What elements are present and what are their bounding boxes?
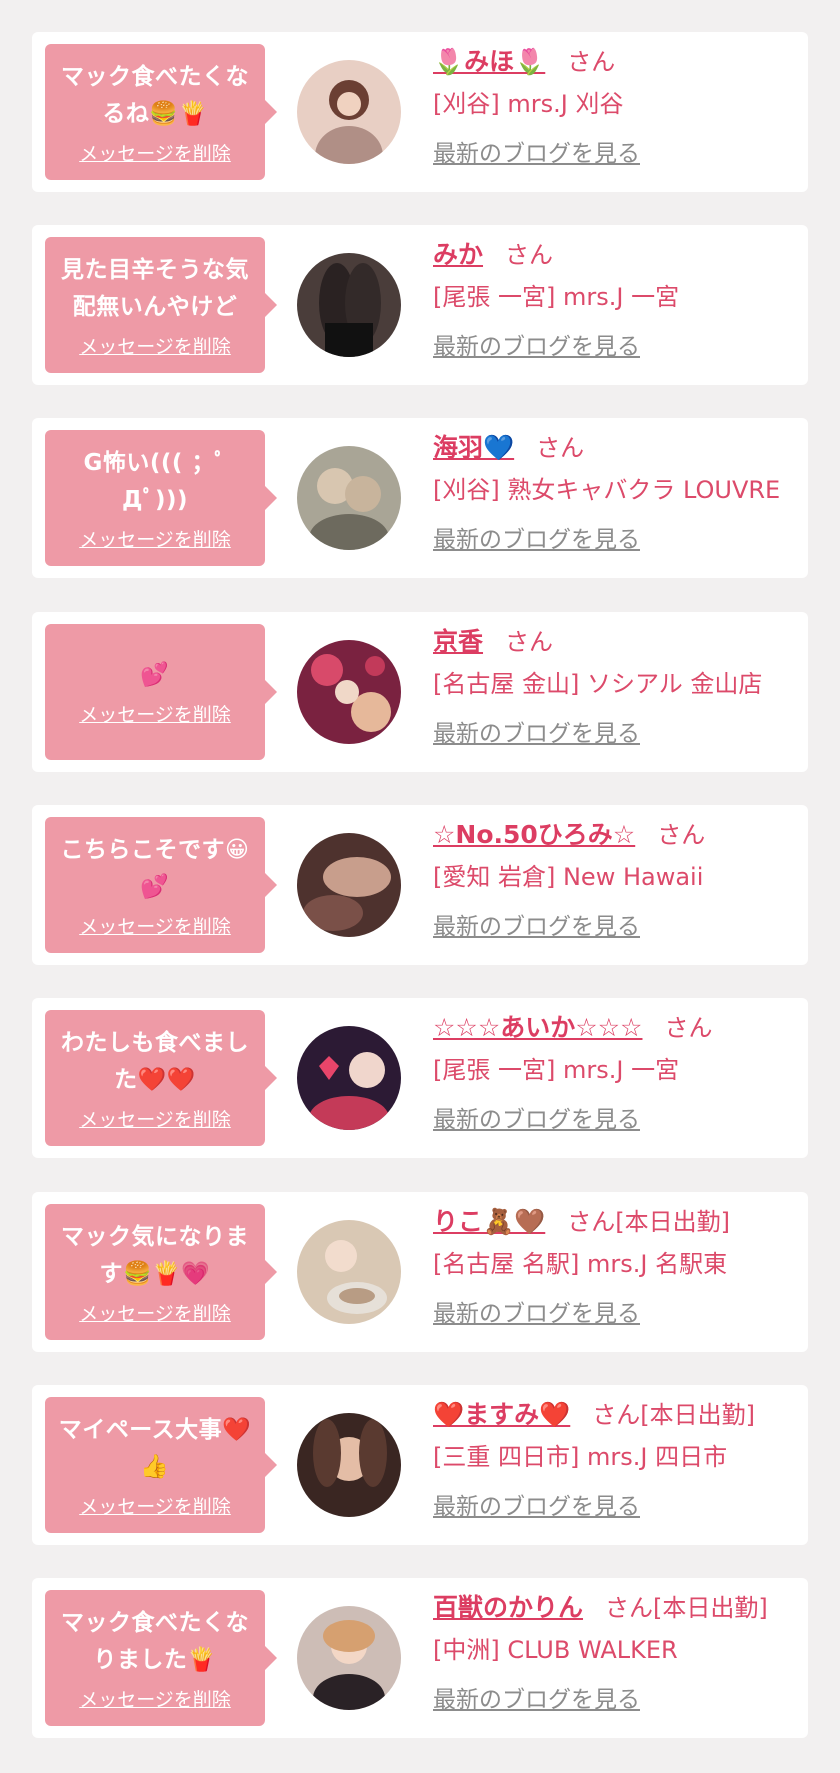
honorific: さん — [664, 1014, 713, 1042]
sender-info: みか さん [尾張 一宮] mrs.J 一宮 最新のブログを見る — [433, 235, 800, 361]
message-card: 💕 メッセージを削除 京香 さん [名古屋 金山] ソシアル 金山店 最新のブログ… — [32, 612, 808, 772]
honorific: さん — [567, 48, 616, 76]
avatar[interactable] — [297, 1220, 401, 1324]
avatar[interactable] — [297, 833, 401, 937]
sender-name-link[interactable]: ☆No.50ひろみ☆ — [433, 820, 635, 849]
delete-message-link[interactable]: メッセージを削除 — [79, 139, 231, 166]
shop-name: [刈谷] mrs.J 刈谷 — [433, 90, 624, 118]
delete-message-link[interactable]: メッセージを削除 — [79, 1685, 231, 1712]
honorific: さん — [536, 434, 585, 462]
avatar[interactable] — [297, 640, 401, 744]
message-text: わたしも食べました❤️❤️ — [61, 1029, 249, 1093]
avatar[interactable] — [297, 253, 401, 357]
delete-message-link[interactable]: メッセージを削除 — [79, 332, 231, 359]
message-text: マック食べたくなるね🍔🍟 — [61, 63, 249, 127]
sender-name-link[interactable]: 京香 — [433, 627, 483, 656]
shop-name: [名古屋 金山] ソシアル 金山店 — [433, 670, 763, 698]
message-list: マック食べたくなるね🍔🍟 メッセージを削除 🌷みほ🌷 さん [刈谷] mrs.J … — [0, 0, 840, 1773]
avatar[interactable] — [297, 60, 401, 164]
delete-message-link[interactable]: メッセージを削除 — [79, 525, 231, 552]
message-card: 見た目辛そうな気配無いんやけど メッセージを削除 みか さん [尾張 一宮] mr… — [32, 225, 808, 385]
shop-name: [名古屋 名駅] mrs.J 名駅東 — [433, 1250, 728, 1278]
message-card: マック食べたくなるね🍔🍟 メッセージを削除 🌷みほ🌷 さん [刈谷] mrs.J … — [32, 32, 808, 192]
sender-info: りこ🧸🤎 さん[本日出勤] [名古屋 名駅] mrs.J 名駅東 最新のブログを見… — [433, 1202, 800, 1328]
blog-link[interactable]: 最新のブログを見る — [433, 520, 640, 554]
delete-message-link[interactable]: メッセージを削除 — [79, 912, 231, 939]
sender-name-link[interactable]: 海羽💙 — [433, 433, 514, 462]
blog-link[interactable]: 最新のブログを見る — [433, 1294, 640, 1328]
avatar[interactable] — [297, 1026, 401, 1130]
message-bubble: マイペース大事❤️👍 メッセージを削除 — [45, 1397, 277, 1533]
sender-name-link[interactable]: みか — [433, 240, 483, 269]
sender-info: 🌷みほ🌷 さん [刈谷] mrs.J 刈谷 最新のブログを見る — [433, 42, 800, 168]
message-bubble: マック気になります🍔🍟💗 メッセージを削除 — [45, 1204, 277, 1340]
message-bubble: こちらこそです😀💕 メッセージを削除 — [45, 817, 277, 953]
blog-link[interactable]: 最新のブログを見る — [433, 327, 640, 361]
honorific: さん — [505, 628, 554, 656]
message-card: マイペース大事❤️👍 メッセージを削除 ❤️ますみ❤️ さん[本日出勤] [三重 … — [32, 1385, 808, 1545]
honorific: さん — [505, 241, 554, 269]
message-card: わたしも食べました❤️❤️ メッセージを削除 ☆☆☆あいか☆☆☆ さん [尾張 一… — [32, 998, 808, 1158]
sender-info: 百獣のかりん さん[本日出勤] [中洲] CLUB WALKER 最新のブログを見… — [433, 1588, 800, 1714]
blog-link[interactable]: 最新のブログを見る — [433, 907, 640, 941]
sender-name-link[interactable]: 百獣のかりん — [433, 1593, 583, 1622]
shop-name: [刈谷] 熟女キャバクラ LOUVRE — [433, 476, 781, 504]
sender-info: ☆☆☆あいか☆☆☆ さん [尾張 一宮] mrs.J 一宮 最新のブログを見る — [433, 1008, 800, 1134]
delete-message-link[interactable]: メッセージを削除 — [79, 1299, 231, 1326]
sender-name-link[interactable]: ☆☆☆あいか☆☆☆ — [433, 1013, 642, 1042]
delete-message-link[interactable]: メッセージを削除 — [79, 700, 231, 727]
blog-link[interactable]: 最新のブログを見る — [433, 1100, 640, 1134]
message-bubble: 見た目辛そうな気配無いんやけど メッセージを削除 — [45, 237, 277, 373]
message-text: マック気になります🍔🍟💗 — [61, 1223, 249, 1287]
sender-info: ❤️ますみ❤️ さん[本日出勤] [三重 四日市] mrs.J 四日市 最新のブロ… — [433, 1395, 800, 1521]
message-card: G怖い((( ；ﾟДﾟ))) メッセージを削除 海羽💙 さん [刈谷] 熟女キャバ… — [32, 418, 808, 578]
honorific: さん[本日出勤] — [592, 1401, 755, 1429]
message-bubble: マック食べたくなりました🍟 メッセージを削除 — [45, 1590, 277, 1726]
blog-link[interactable]: 最新のブログを見る — [433, 1487, 640, 1521]
avatar[interactable] — [297, 1413, 401, 1517]
honorific: さん[本日出勤] — [605, 1594, 768, 1622]
message-text: 💕 — [140, 662, 170, 688]
message-bubble: 💕 メッセージを削除 — [45, 624, 277, 760]
message-text: マック食べたくなりました🍟 — [61, 1609, 249, 1673]
shop-name: [愛知 岩倉] New Hawaii — [433, 863, 704, 891]
sender-info: ☆No.50ひろみ☆ さん [愛知 岩倉] New Hawaii 最新のブログを見… — [433, 815, 800, 941]
message-card: こちらこそです😀💕 メッセージを削除 ☆No.50ひろみ☆ さん [愛知 岩倉] … — [32, 805, 808, 965]
message-bubble: G怖い((( ；ﾟДﾟ))) メッセージを削除 — [45, 430, 277, 566]
message-text: マイペース大事❤️👍 — [58, 1416, 252, 1480]
blog-link[interactable]: 最新のブログを見る — [433, 714, 640, 748]
delete-message-link[interactable]: メッセージを削除 — [79, 1492, 231, 1519]
message-text: G怖い((( ；ﾟДﾟ))) — [83, 449, 227, 513]
message-text: 見た目辛そうな気配無いんやけど — [61, 256, 249, 320]
sender-name-link[interactable]: ❤️ますみ❤️ — [433, 1400, 570, 1429]
avatar[interactable] — [297, 1606, 401, 1710]
shop-name: [尾張 一宮] mrs.J 一宮 — [433, 283, 680, 311]
message-card: マック食べたくなりました🍟 メッセージを削除 百獣のかりん さん[本日出勤] [中… — [32, 1578, 808, 1738]
shop-name: [三重 四日市] mrs.J 四日市 — [433, 1443, 728, 1471]
shop-name: [中洲] CLUB WALKER — [433, 1636, 678, 1664]
blog-link[interactable]: 最新のブログを見る — [433, 1680, 640, 1714]
delete-message-link[interactable]: メッセージを削除 — [79, 1105, 231, 1132]
sender-info: 京香 さん [名古屋 金山] ソシアル 金山店 最新のブログを見る — [433, 622, 800, 748]
sender-info: 海羽💙 さん [刈谷] 熟女キャバクラ LOUVRE 最新のブログを見る — [433, 428, 800, 554]
message-card: マック気になります🍔🍟💗 メッセージを削除 りこ🧸🤎 さん[本日出勤] [名古屋 … — [32, 1192, 808, 1352]
honorific: さん — [657, 821, 706, 849]
message-text: こちらこそです😀💕 — [60, 836, 250, 900]
shop-name: [尾張 一宮] mrs.J 一宮 — [433, 1056, 680, 1084]
message-bubble: わたしも食べました❤️❤️ メッセージを削除 — [45, 1010, 277, 1146]
blog-link[interactable]: 最新のブログを見る — [433, 134, 640, 168]
honorific: さん[本日出勤] — [567, 1208, 730, 1236]
sender-name-link[interactable]: りこ🧸🤎 — [433, 1207, 545, 1236]
sender-name-link[interactable]: 🌷みほ🌷 — [433, 47, 545, 76]
message-bubble: マック食べたくなるね🍔🍟 メッセージを削除 — [45, 44, 277, 180]
avatar[interactable] — [297, 446, 401, 550]
